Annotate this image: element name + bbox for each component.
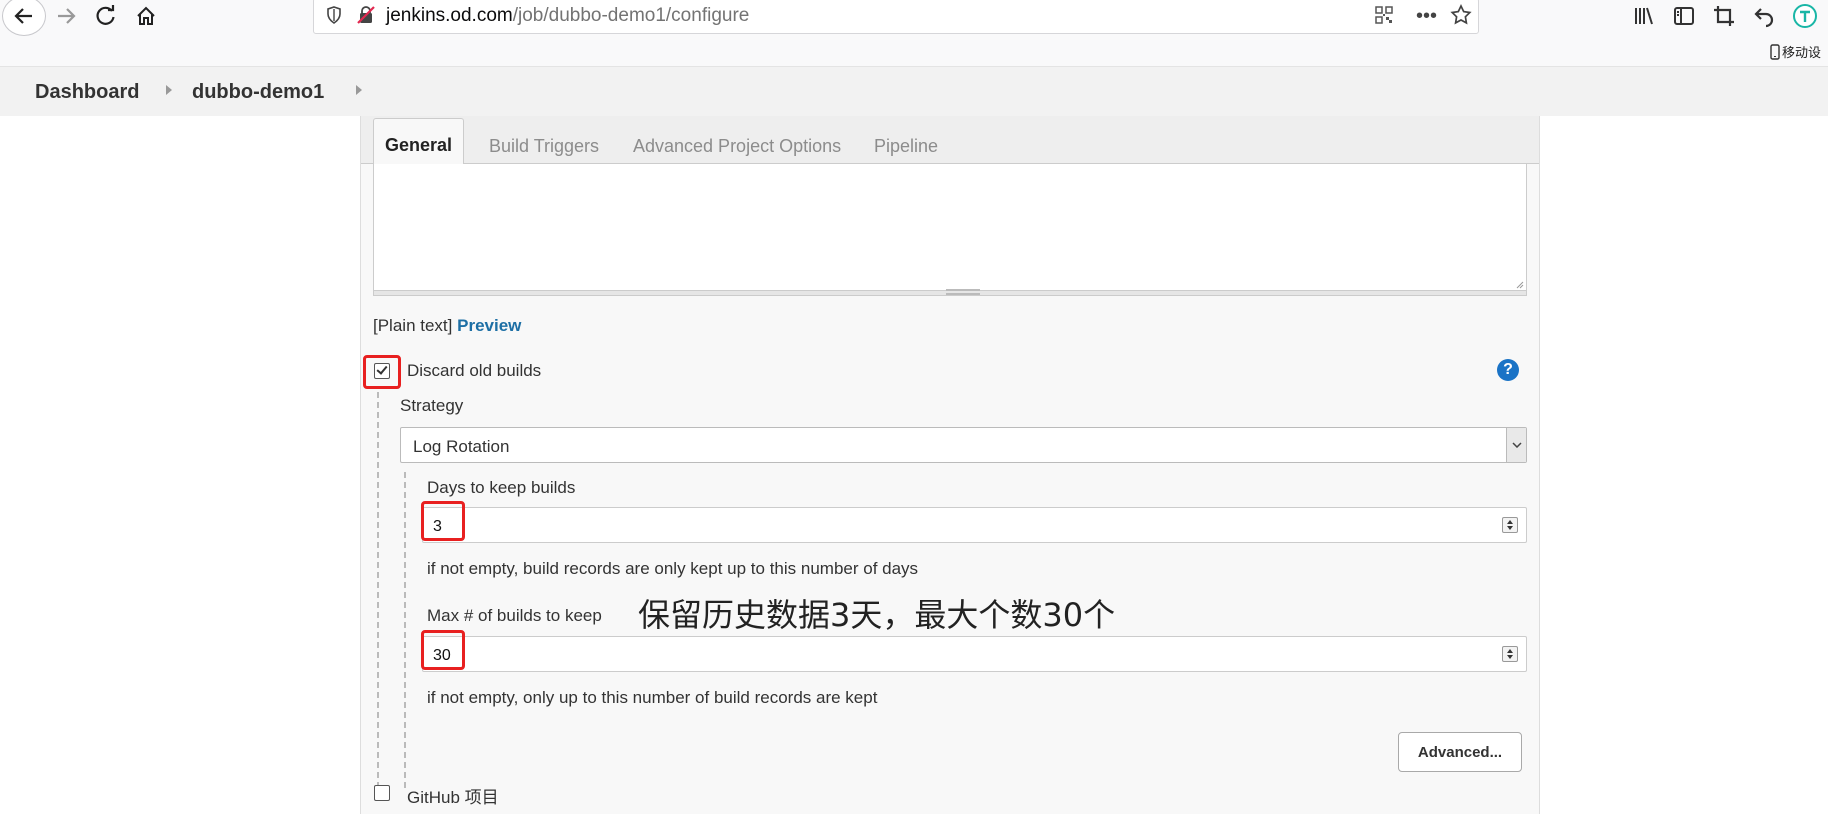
section-guide-line <box>377 392 379 788</box>
days-to-keep-label: Days to keep builds <box>427 478 576 497</box>
reload-button[interactable] <box>88 0 124 32</box>
annotation-text: 保留历史数据3天，最大个数30个 <box>638 596 1116 634</box>
bookmark-star-icon[interactable] <box>1450 4 1472 26</box>
github-project-label: GitHub 项目 <box>407 788 499 807</box>
checkmark-icon <box>376 363 388 375</box>
library-icon[interactable] <box>1632 4 1656 28</box>
days-to-keep-input[interactable]: 3 <box>422 507 1527 543</box>
discard-old-builds-label: Discard old builds <box>407 361 542 380</box>
mobile-bookmarks-label: 移动设 <box>1782 45 1822 60</box>
forward-button[interactable] <box>48 0 84 32</box>
shield-icon[interactable] <box>324 5 344 25</box>
sidebar-icon[interactable] <box>1672 4 1696 28</box>
chevron-down-icon[interactable] <box>1506 428 1526 462</box>
highlight-box <box>421 501 465 541</box>
config-tabbar: General Build Triggers Advanced Project … <box>361 116 1539 165</box>
max-spinner-icon[interactable] <box>1502 646 1518 662</box>
resize-grip-icon[interactable] <box>1514 279 1524 289</box>
reload-icon <box>96 5 115 25</box>
tab-advanced-project-options[interactable]: Advanced Project Options <box>633 136 841 157</box>
url-text[interactable]: jenkins.od.com/job/dubbo-demo1/configure <box>386 5 749 27</box>
back-button[interactable] <box>2 0 46 36</box>
arrow-left-icon <box>14 8 32 24</box>
tab-pipeline[interactable]: Pipeline <box>874 136 938 157</box>
preview-link[interactable]: Preview <box>457 316 521 335</box>
strategy-select[interactable]: Log Rotation <box>400 427 1527 463</box>
days-to-keep-help: if not empty, build records are only kep… <box>427 559 919 578</box>
mobile-phone-icon <box>1770 43 1780 60</box>
page-actions-icon[interactable]: ••• <box>1416 3 1437 29</box>
textarea-resize-bar[interactable] <box>373 289 1527 296</box>
home-button[interactable] <box>128 0 164 32</box>
url-path: /job/dubbo-demo1/configure <box>512 5 750 26</box>
highlight-box <box>421 630 465 670</box>
strategy-guide-line <box>404 472 406 788</box>
crop-icon[interactable] <box>1712 4 1736 28</box>
translate-extension-icon[interactable] <box>1792 3 1818 29</box>
breadcrumb-separator-icon[interactable] <box>166 85 172 95</box>
advanced-button[interactable]: Advanced... <box>1398 732 1522 772</box>
days-spinner-icon[interactable] <box>1502 517 1518 533</box>
max-builds-label: Max # of builds to keep <box>427 606 602 625</box>
insecure-lock-icon[interactable] <box>356 5 376 25</box>
url-bar[interactable]: jenkins.od.com/job/dubbo-demo1/configure… <box>313 0 1479 34</box>
url-host: jenkins.od.com <box>386 5 513 26</box>
qr-code-icon[interactable] <box>1374 5 1394 25</box>
github-project-checkbox[interactable] <box>374 785 390 801</box>
breadcrumb: Dashboard dubbo-demo1 <box>0 66 1828 116</box>
browser-toolbar: jenkins.od.com/job/dubbo-demo1/configure… <box>0 0 1828 66</box>
arrow-right-icon <box>58 8 76 24</box>
description-textarea[interactable] <box>373 164 1527 292</box>
help-icon[interactable]: ? <box>1497 359 1519 381</box>
tab-build-triggers[interactable]: Build Triggers <box>489 136 599 157</box>
strategy-label: Strategy <box>400 396 464 415</box>
undo-icon[interactable] <box>1752 4 1776 28</box>
config-panel: General Build Triggers Advanced Project … <box>360 116 1540 814</box>
mobile-bookmarks[interactable]: 移动设 <box>1770 42 1821 61</box>
max-builds-help: if not empty, only up to this number of … <box>427 688 878 707</box>
tab-general[interactable]: General <box>373 118 464 165</box>
plain-text-label: [Plain text] <box>373 316 453 335</box>
home-icon <box>137 6 155 25</box>
breadcrumb-separator-icon[interactable] <box>356 85 362 95</box>
discard-old-builds-checkbox[interactable] <box>374 363 390 379</box>
breadcrumb-dashboard[interactable]: Dashboard <box>35 81 139 104</box>
max-builds-input[interactable]: 30 <box>422 636 1527 672</box>
textarea-drag-handle[interactable] <box>946 289 980 295</box>
breadcrumb-job[interactable]: dubbo-demo1 <box>192 81 324 104</box>
description-format: [Plain text] Preview <box>373 316 521 336</box>
strategy-select-value: Log Rotation <box>413 437 510 456</box>
